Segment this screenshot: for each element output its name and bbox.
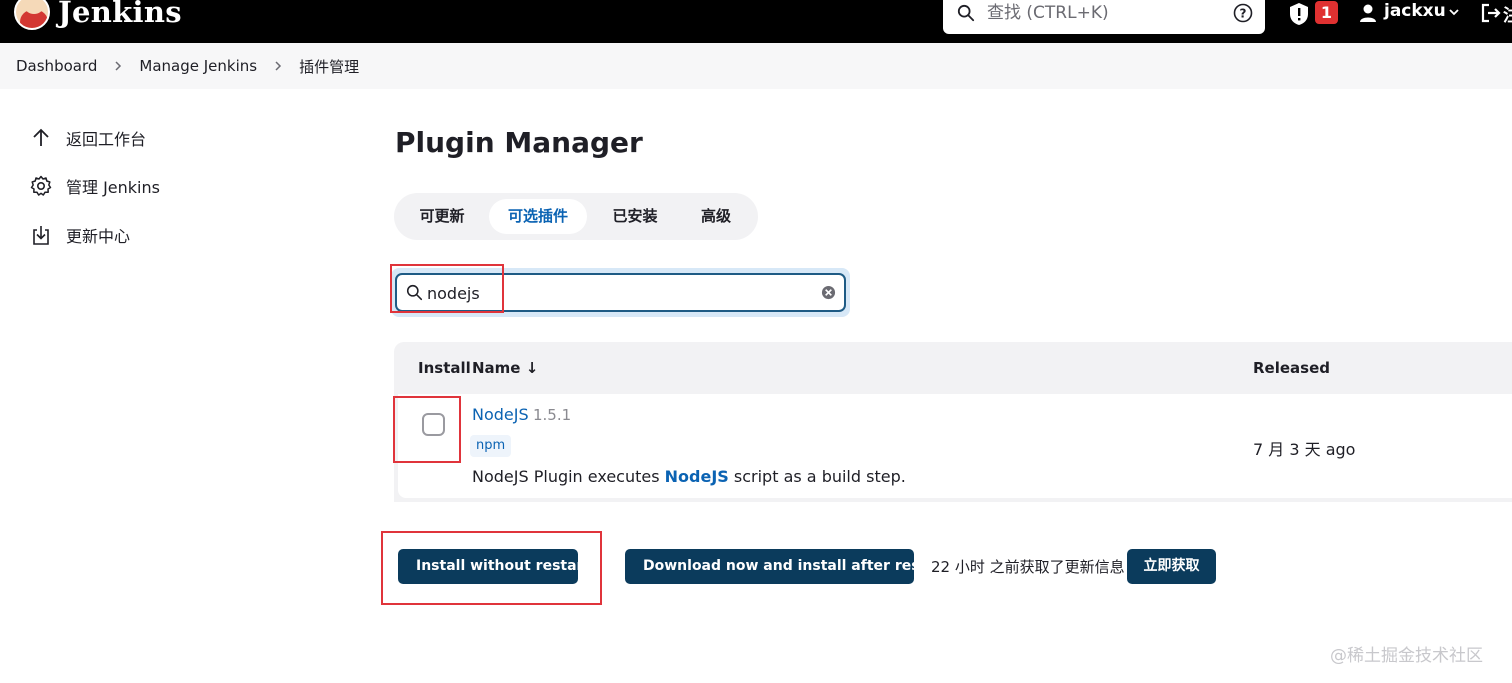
tab-updates[interactable]: 可更新 — [406, 199, 478, 234]
plugin-name-link[interactable]: NodeJS — [472, 405, 529, 424]
sidebar-item-manage-jenkins[interactable]: 管理 Jenkins — [30, 174, 160, 198]
annotation-box-install-button — [381, 531, 602, 605]
plugin-tabs: 可更新 可选插件 已安装 高级 — [394, 193, 758, 240]
user-name-link[interactable]: jackxu — [1384, 1, 1446, 21]
page-title: Plugin Manager — [395, 126, 643, 159]
plugins-table-body: NodeJS 1.5.1 npm NodeJS Plugin executes … — [394, 394, 1512, 502]
jenkins-logo-link[interactable]: Jenkins — [14, 0, 182, 30]
tab-advanced[interactable]: 高级 — [682, 199, 750, 234]
sidebar-item-label: 返回工作台 — [66, 130, 147, 149]
arrow-up-icon — [33, 128, 49, 146]
help-icon[interactable]: ? — [1233, 3, 1253, 23]
description-link[interactable]: NodeJS — [665, 467, 729, 486]
breadcrumb-plugin-manager[interactable]: 插件管理 — [299, 56, 359, 77]
svg-text:?: ? — [1240, 7, 1247, 21]
plugin-description: NodeJS Plugin executes NodeJS script as … — [472, 467, 906, 486]
logout-icon[interactable] — [1480, 2, 1502, 24]
app-name: Jenkins — [58, 0, 182, 29]
search-icon — [957, 4, 975, 22]
security-shield-icon[interactable] — [1288, 2, 1310, 26]
gear-icon — [30, 175, 52, 196]
global-search[interactable]: ? — [943, 0, 1265, 34]
breadcrumb-manage-jenkins[interactable]: Manage Jenkins — [139, 57, 257, 75]
sidebar-item-update-center[interactable]: 更新中心 — [30, 223, 130, 247]
logout-label[interactable]: 注 — [1503, 1, 1512, 26]
description-text: script as a build step. — [728, 467, 906, 486]
column-released[interactable]: Released — [1253, 359, 1330, 377]
description-text: NodeJS Plugin executes — [472, 467, 665, 486]
plugin-version: 1.5.1 — [533, 406, 572, 424]
top-header: Jenkins ? 1 jackxu 注 — [0, 0, 1512, 43]
fetch-now-button[interactable]: 立即获取 — [1127, 549, 1216, 584]
column-install: Install — [418, 359, 471, 377]
annotation-box-checkbox — [393, 396, 461, 463]
annotation-box-filter — [390, 264, 504, 313]
sidebar-item-back-to-dashboard[interactable]: 返回工作台 — [30, 126, 146, 150]
global-search-input[interactable] — [987, 0, 1227, 26]
column-name[interactable]: Name ↓ — [472, 359, 538, 377]
jenkins-butler-icon — [14, 0, 50, 30]
user-icon[interactable] — [1358, 3, 1378, 23]
plugin-released: 7 月 3 天 ago — [1253, 440, 1356, 459]
sidebar-item-label: 管理 Jenkins — [66, 178, 160, 197]
clear-icon[interactable] — [821, 285, 836, 300]
breadcrumb: Dashboard Manage Jenkins 插件管理 — [0, 43, 1512, 89]
plugins-table-header: Install Name ↓ Released — [394, 342, 1512, 394]
download-icon — [33, 226, 49, 245]
chevron-right-icon — [115, 61, 122, 71]
download-install-after-restart-button[interactable]: Download now and install after restart — [625, 549, 949, 584]
breadcrumb-dashboard[interactable]: Dashboard — [16, 57, 97, 75]
notification-badge[interactable]: 1 — [1315, 1, 1338, 24]
tab-installed[interactable]: 已安装 — [598, 199, 672, 234]
tab-available[interactable]: 可选插件 — [489, 199, 587, 234]
table-row: NodeJS 1.5.1 npm NodeJS Plugin executes … — [398, 394, 1512, 498]
plugin-category-tag[interactable]: npm — [470, 435, 512, 457]
chevron-right-icon — [275, 61, 282, 71]
watermark: @稀土掘金技术社区 — [1330, 646, 1483, 666]
sidebar-item-label: 更新中心 — [66, 227, 131, 246]
update-info-text: 22 小时 之前获取了更新信息 — [931, 558, 1125, 576]
chevron-down-icon[interactable] — [1448, 6, 1460, 18]
